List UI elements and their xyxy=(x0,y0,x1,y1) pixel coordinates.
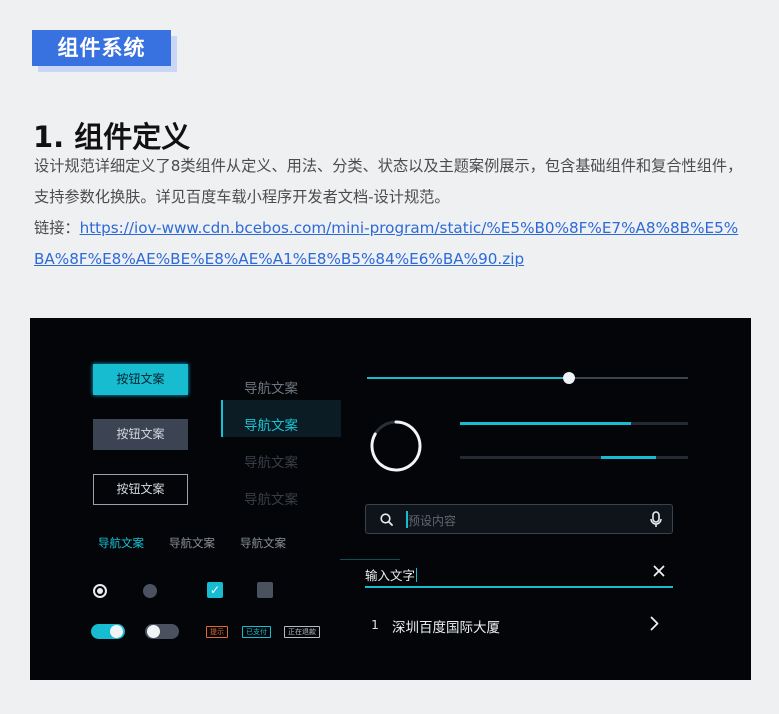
horizontal-tab[interactable]: 导航文案 xyxy=(169,535,215,551)
search-icon xyxy=(380,513,393,526)
divider xyxy=(340,559,400,560)
checkbox-checked[interactable]: ✓ xyxy=(207,582,223,598)
radio-unchecked[interactable] xyxy=(143,584,157,598)
link-prefix: 链接： xyxy=(34,219,80,237)
vertical-nav-item-active[interactable]: 导航文案 xyxy=(244,414,298,434)
list-item-label: 深圳百度国际大厦 xyxy=(392,620,500,636)
horizontal-tab-active[interactable]: 导航文案 xyxy=(98,535,144,551)
search-placeholder: 预设内容 xyxy=(408,514,457,528)
progress-bar-buffer xyxy=(460,456,688,459)
progress-fill xyxy=(460,422,631,425)
download-link[interactable]: https://iov-www.cdn.bcebos.com/mini-prog… xyxy=(34,219,738,268)
text-caret xyxy=(416,568,418,582)
text-input-field[interactable]: 输入文字 xyxy=(365,565,673,588)
progress-bar xyxy=(460,422,688,425)
description-text: 设计规范详细定义了8类组件从定义、用法、分类、状态以及主题案例展示，包含基础组件… xyxy=(34,157,743,206)
microphone-icon[interactable] xyxy=(650,511,662,528)
toggle-on[interactable] xyxy=(91,624,125,639)
tag-hint: 提示 xyxy=(206,626,228,638)
loading-spinner xyxy=(370,420,422,472)
horizontal-tab[interactable]: 导航文案 xyxy=(240,535,286,551)
chevron-right-icon xyxy=(650,616,659,631)
description-paragraph: 设计规范详细定义了8类组件从定义、用法、分类、状态以及主题案例展示，包含基础组件… xyxy=(34,151,744,275)
page-title: 1. 组件定义 xyxy=(33,120,191,154)
search-input[interactable]: 预设内容 xyxy=(365,504,673,534)
close-icon[interactable] xyxy=(653,565,665,577)
slider-fill xyxy=(367,377,570,379)
outline-button[interactable]: 按钮文案 xyxy=(93,474,188,505)
radio-checked[interactable] xyxy=(93,584,107,598)
tag-refunding: 正在退款 xyxy=(284,626,320,638)
section-badge: 组件系统 xyxy=(32,30,171,66)
secondary-button[interactable]: 按钮文案 xyxy=(93,419,188,450)
checkbox-unchecked[interactable] xyxy=(257,582,273,598)
component-demo-panel: 按钮文案 按钮文案 按钮文案 导航文案 导航文案 导航文案 导航文案 导航文案 … xyxy=(30,318,751,680)
list-item-index: 1 xyxy=(371,617,379,632)
primary-button[interactable]: 按钮文案 xyxy=(93,364,188,395)
list-item[interactable]: 1 深圳百度国际大厦 xyxy=(365,614,673,638)
text-input-value-wrap: 输入文字 xyxy=(365,565,418,584)
tag-paid: 已支付 xyxy=(242,626,271,638)
progress-fill xyxy=(601,456,657,459)
toggle-off[interactable] xyxy=(145,624,179,639)
text-input-value: 输入文字 xyxy=(365,568,416,583)
vertical-nav-item[interactable]: 导航文案 xyxy=(244,377,298,397)
slider[interactable] xyxy=(367,372,688,384)
vertical-nav-item-disabled: 导航文案 xyxy=(244,455,298,471)
vertical-nav-item-disabled: 导航文案 xyxy=(244,492,298,508)
slider-thumb[interactable] xyxy=(563,372,576,384)
